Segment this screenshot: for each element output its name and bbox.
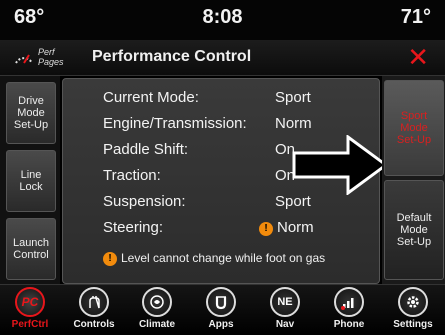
nav-climate[interactable]: Climate — [129, 287, 185, 335]
row-label: Suspension: — [103, 193, 186, 210]
rail-label-line: Default — [396, 212, 432, 224]
nav-phone[interactable]: Phone — [321, 287, 377, 335]
perf-pages-line1: Perf — [38, 47, 55, 57]
nav-apps[interactable]: Apps — [193, 287, 249, 335]
nav-settings[interactable]: Settings — [385, 287, 441, 335]
rail-label-line: Set-Up — [396, 134, 432, 146]
row-value: Norm — [275, 115, 312, 132]
nav-label: Controls — [73, 319, 115, 330]
rail-label-line: Sport — [400, 110, 428, 122]
status-bar: 68° 8:08 71° — [0, 0, 445, 40]
line-lock-button[interactable]: Line Lock — [6, 150, 56, 212]
warning-message: ! Level cannot change while foot on gas — [103, 251, 325, 266]
nav-label: PerfCtrl — [11, 319, 49, 330]
page-title: Performance Control — [92, 48, 252, 65]
gear-icon — [398, 287, 428, 317]
apps-icon — [206, 287, 236, 317]
sport-mode-setup-button[interactable]: Sport Mode Set-Up — [384, 80, 444, 176]
pointer-arrow-icon — [292, 135, 389, 195]
rail-label-line: Line — [20, 169, 42, 181]
launch-control-button[interactable]: Launch Control — [6, 218, 56, 280]
row-label: Traction: — [103, 167, 161, 184]
perfctrl-icon: PC — [15, 287, 45, 317]
right-rail: Sport Mode Set-Up Default Mode Set-Up — [382, 76, 445, 284]
left-rail: Drive Mode Set-Up Line Lock Launch Contr… — [0, 76, 60, 284]
row-value: Sport — [275, 193, 311, 210]
row-value-with-alert: ! Norm — [259, 219, 314, 236]
rail-label-line: Set-Up — [13, 119, 49, 131]
nav-label: Climate — [138, 319, 176, 330]
nav-label: Phone — [333, 319, 365, 330]
settings-row: Steering: ! Norm — [103, 219, 373, 243]
rail-label-line: Launch — [12, 237, 50, 249]
nav-perfctrl[interactable]: PC PerfCtrl — [2, 287, 58, 335]
clock: 8:08 — [202, 6, 243, 28]
perf-pages-line2: Pages — [38, 57, 64, 67]
default-mode-setup-button[interactable]: Default Mode Set-Up — [384, 180, 444, 280]
close-x-icon[interactable]: ✕ — [407, 44, 429, 70]
perf-pages-icon[interactable] — [14, 49, 34, 65]
bottom-nav: PC PerfCtrl Controls Climate Apps NE Nav… — [0, 284, 445, 335]
rail-label-line: Mode — [17, 107, 45, 119]
perf-pages-button[interactable]: Perf Pages — [38, 47, 64, 67]
row-label: Paddle Shift: — [103, 141, 189, 158]
nav-nav[interactable]: NE Nav — [257, 287, 313, 335]
rail-label-line: Set-Up — [396, 236, 432, 248]
settings-row: Current Mode: Sport — [103, 89, 373, 113]
nav-label: Settings — [393, 319, 433, 330]
row-label: Current Mode: — [103, 89, 199, 106]
settings-row: Suspension: Sport — [103, 193, 373, 217]
rail-label-line: Mode — [400, 122, 428, 134]
nav-controls[interactable]: Controls — [66, 287, 122, 335]
row-label: Engine/Transmission: — [103, 115, 247, 132]
phone-signal-icon — [334, 287, 364, 317]
alert-icon: ! — [103, 252, 117, 266]
drive-mode-setup-button[interactable]: Drive Mode Set-Up — [6, 82, 56, 144]
rail-label-line: Drive — [18, 95, 44, 107]
compass-icon: NE — [270, 287, 300, 317]
rail-label-line: Lock — [19, 181, 43, 193]
alert-icon: ! — [259, 222, 273, 236]
right-temperature[interactable]: 71° — [401, 6, 431, 29]
controls-icon — [79, 287, 109, 317]
header-bar: Perf Pages Performance Control ✕ — [0, 40, 445, 76]
row-value: Sport — [275, 89, 311, 106]
row-label: Steering: — [103, 219, 164, 236]
rail-label-line: Control — [13, 249, 49, 261]
row-value: Norm — [277, 219, 314, 236]
nav-label: Nav — [275, 319, 295, 330]
climate-icon — [142, 287, 172, 317]
nav-label: Apps — [208, 319, 234, 330]
warning-text: Level cannot change while foot on gas — [121, 251, 326, 265]
rail-label-line: Mode — [400, 224, 428, 236]
